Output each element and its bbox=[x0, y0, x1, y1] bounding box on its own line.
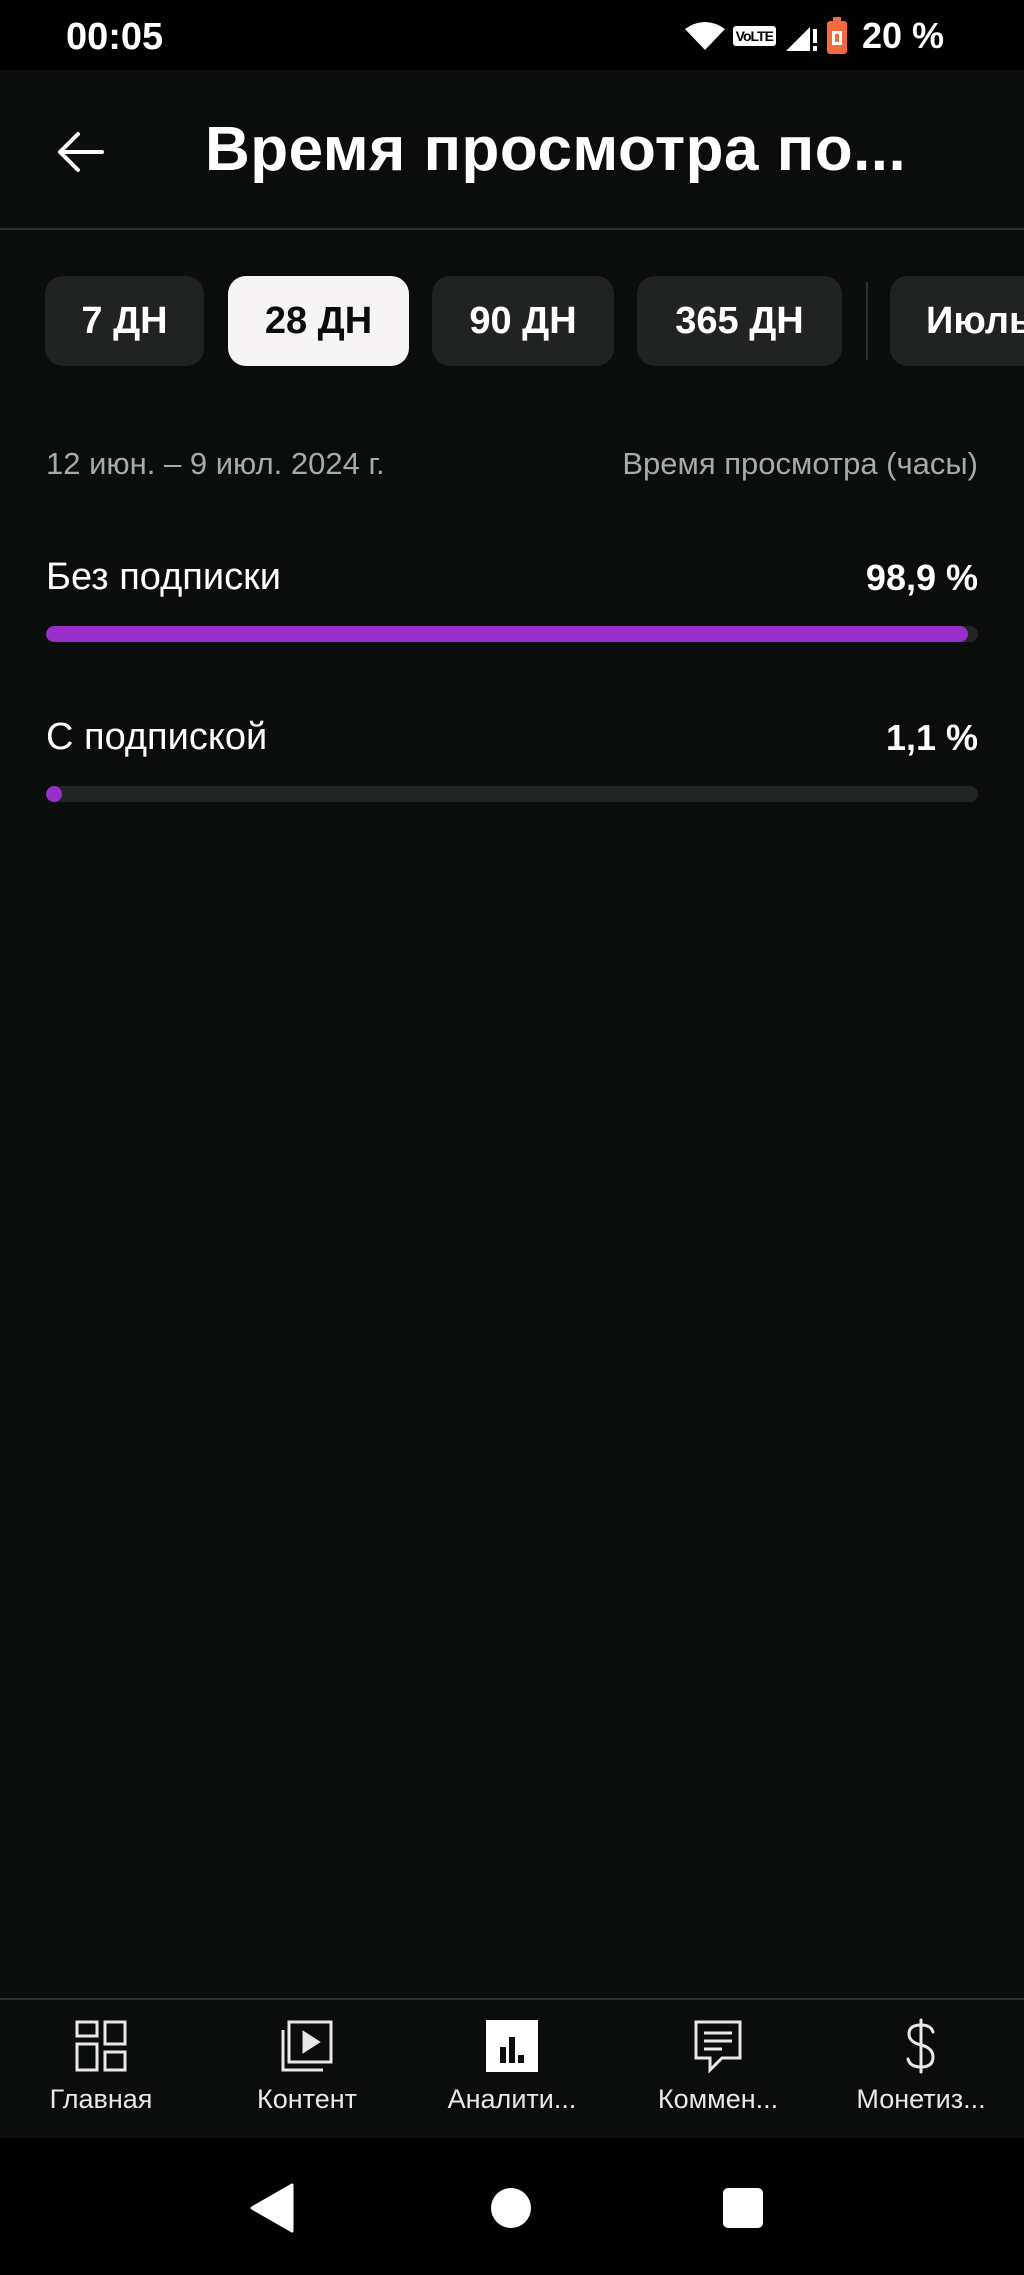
date-range: 12 июн. – 9 июл. 2024 г. bbox=[46, 446, 385, 481]
progress-track-no-subscription bbox=[46, 626, 978, 642]
wifi-icon bbox=[684, 21, 725, 51]
chip-90-days[interactable]: 90 ДН bbox=[432, 276, 614, 366]
status-icons: VoLTE 20 % bbox=[684, 14, 944, 58]
chip-divider bbox=[866, 282, 868, 360]
nav-item-home[interactable]: Главная bbox=[1, 2018, 201, 2130]
system-back-button[interactable] bbox=[232, 2168, 312, 2248]
screen: 00:05 VoLTE 20 % Время просмотра по... 7… bbox=[0, 0, 1024, 2275]
row-label-no-subscription: Без подписки bbox=[46, 556, 281, 598]
chip-28-days[interactable]: 28 ДН bbox=[228, 276, 409, 366]
row-value-no-subscription: 98,9 % bbox=[865, 557, 978, 598]
status-bar: 00:05 VoLTE 20 % bbox=[0, 0, 1024, 70]
bottom-navigation: Главная Контент Аналити... Коммен... Мон… bbox=[0, 1998, 1024, 2138]
battery-low-icon bbox=[826, 17, 848, 55]
nav-label-home: Главная bbox=[49, 2084, 153, 2114]
nav-label-analytics: Аналити... bbox=[447, 2084, 577, 2114]
row-value-with-subscription: 1,1 % bbox=[885, 717, 978, 758]
page-title: Время просмотра по... bbox=[205, 115, 907, 184]
nav-item-monetization[interactable]: Монетиз... bbox=[821, 2018, 1021, 2130]
nav-item-analytics[interactable]: Аналити... bbox=[412, 2018, 612, 2130]
status-time: 00:05 bbox=[66, 16, 164, 58]
nav-label-comments: Коммен... bbox=[657, 2084, 779, 2114]
period-chips: 7 ДН 28 ДН 90 ДН 365 ДН Июль bbox=[0, 276, 1024, 368]
content-icon bbox=[279, 2018, 335, 2074]
row-label-with-subscription: С подпиской bbox=[46, 716, 268, 758]
metric-label: Время просмотра (часы) bbox=[622, 446, 978, 481]
nav-label-monetization: Монетиз... bbox=[856, 2084, 986, 2114]
back-button[interactable] bbox=[40, 112, 120, 192]
nav-item-comments[interactable]: Коммен... bbox=[618, 2018, 818, 2130]
volte-icon: VoLTE bbox=[732, 26, 776, 46]
system-navigation-bar bbox=[0, 2138, 1024, 2275]
dashboard-icon bbox=[73, 2018, 129, 2074]
circle-home-icon bbox=[491, 2188, 531, 2228]
triangle-back-icon bbox=[250, 2183, 294, 2233]
system-home-button[interactable] bbox=[471, 2168, 551, 2248]
chip-month-july[interactable]: Июль bbox=[890, 276, 1024, 366]
chip-7-days[interactable]: 7 ДН bbox=[45, 276, 204, 366]
nav-item-content[interactable]: Контент bbox=[207, 2018, 407, 2130]
system-recents-button[interactable] bbox=[703, 2168, 783, 2248]
progress-track-with-subscription bbox=[46, 786, 978, 802]
signal-icon bbox=[784, 19, 818, 53]
app-bar: Время просмотра по... bbox=[0, 70, 1024, 230]
dollar-icon bbox=[893, 2018, 949, 2074]
square-recents-icon bbox=[723, 2188, 763, 2228]
analytics-icon bbox=[484, 2018, 540, 2074]
progress-fill-with-subscription bbox=[46, 786, 62, 802]
comments-icon bbox=[690, 2018, 746, 2074]
nav-label-content: Контент bbox=[256, 2084, 357, 2114]
chip-365-days[interactable]: 365 ДН bbox=[637, 276, 842, 366]
progress-fill-no-subscription bbox=[46, 626, 968, 642]
arrow-left-icon bbox=[58, 132, 104, 172]
battery-percentage: 20 % bbox=[861, 15, 944, 56]
